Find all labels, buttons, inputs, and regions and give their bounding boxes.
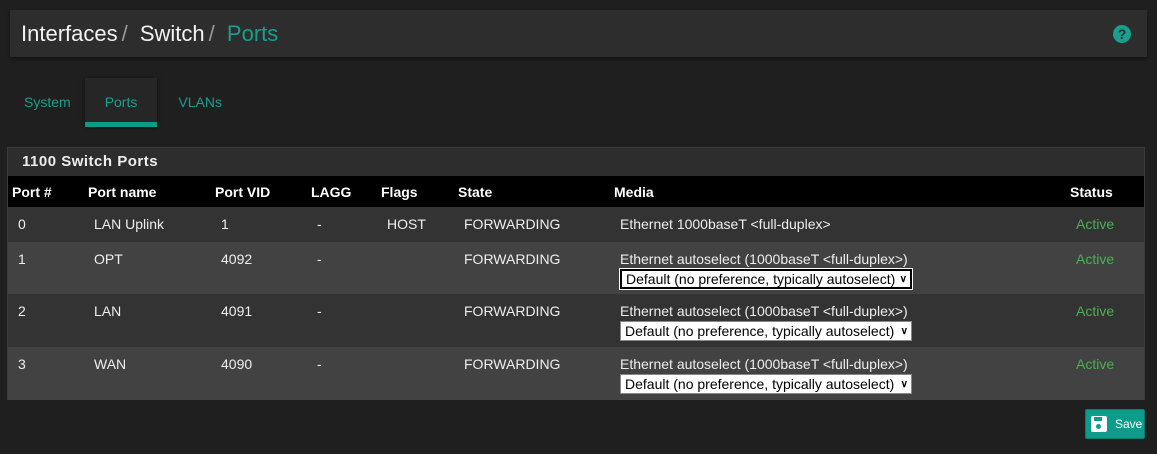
help-icon[interactable]: ? [1113,25,1131,43]
page-header: Interfaces / Switch / Ports ? [10,10,1147,57]
cell-name: WAN [84,347,211,400]
media-select[interactable]: Default (no preference, typically autose… [620,374,912,394]
media-select-value: Default (no preference, typically autose… [626,271,896,287]
media-select-value: Default (no preference, typically autose… [625,376,895,392]
cell-vid: 4090 [211,347,307,400]
tab-system[interactable]: System [10,78,85,127]
media-text: Ethernet 1000baseT <full-duplex> [620,216,831,232]
status-text: Active [1076,251,1115,267]
column-header: Port # [8,176,84,207]
cell-lagg: - [307,294,377,347]
cell-port: 3 [8,347,84,400]
media-select-value: Default (no preference, typically autose… [625,323,895,339]
ports-table: Port # Port name Port VID LAGG Flags State Med… [8,176,1144,400]
media-text: Ethernet autoselect (1000baseT <full-dup… [620,356,908,372]
panel-title: 1100 Switch Ports [22,153,159,170]
state-text: FORWARDING [464,356,561,372]
cell-vid: 4091 [211,294,307,347]
port-text: 1 [18,251,26,267]
state-text: FORWARDING [464,216,561,232]
tab-ports[interactable]: Ports [84,78,158,127]
status-text: Active [1076,216,1115,232]
cell-media: Ethernet autoselect (1000baseT <full-dup… [610,242,1066,294]
vid-text: 4091 [221,303,253,319]
chevron-down-icon: ∨ [900,378,908,390]
table-row: 2 LAN 4091 - FORWARDING Ethernet autoselect (… [8,294,1144,347]
column-header: Flags [377,176,454,207]
vid-text: 4090 [221,356,253,372]
cell-state: FORWARDING [454,242,610,294]
cell-flags [377,294,454,347]
lagg-text: - [317,303,322,319]
column-header: Status [1066,176,1144,207]
save-button[interactable]: Save [1085,409,1145,439]
cell-port: 2 [8,294,84,347]
chevron-down-icon: ∨ [899,273,907,285]
port-text: 0 [18,216,26,232]
name-text: LAN [94,303,122,319]
column-header: State [454,176,610,207]
cell-vid: 1 [211,207,307,242]
lagg-text: - [317,356,322,372]
cell-lagg: - [307,242,377,294]
cell-status: Active [1066,294,1144,347]
cell-flags: HOST [377,207,454,242]
lagg-text: - [317,216,322,232]
column-header: Port name [84,176,211,207]
table-row: 3 WAN 4090 - FORWARDING Ethernet autoselect (… [8,347,1144,400]
cell-status: Active [1066,242,1144,294]
cell-status: Active [1066,207,1144,242]
breadcrumb-interfaces[interactable]: Interfaces [21,21,118,46]
tab-vlans[interactable]: VLANs [164,78,236,127]
table-row: 0 LAN Uplink 1 - HOST FORWARDING Ethernet 1000… [8,207,1144,242]
tab-bar: System Ports VLANs [10,78,236,127]
cell-media: Ethernet autoselect (1000baseT <full-dup… [610,347,1066,400]
cell-port: 1 [8,242,84,294]
cell-flags [377,347,454,400]
flags-text: HOST [387,216,426,232]
status-text: Active [1076,303,1115,319]
cell-status: Active [1066,347,1144,400]
lagg-text: - [317,251,322,267]
cell-state: FORWARDING [454,347,610,400]
cell-state: FORWARDING [454,207,610,242]
column-header: LAGG [307,176,377,207]
cell-name: LAN [84,294,211,347]
state-text: FORWARDING [464,303,561,319]
port-text: 2 [18,303,26,319]
status-text: Active [1076,356,1115,372]
cell-flags [377,242,454,294]
save-icon [1091,416,1107,432]
switch-ports-panel: 1100 Switch Ports Port # Port name Port VI… [7,147,1145,400]
cell-lagg: - [307,207,377,242]
media-select[interactable]: Default (no preference, typically autose… [619,268,913,290]
cell-port: 0 [8,207,84,242]
cell-media: Ethernet 1000baseT <full-duplex> [610,207,1066,242]
cell-lagg: - [307,347,377,400]
state-text: FORWARDING [464,251,561,267]
cell-vid: 4092 [211,242,307,294]
vid-text: 1 [221,216,229,232]
cell-name: OPT [84,242,211,294]
media-text: Ethernet autoselect (1000baseT <full-dup… [620,303,908,319]
media-text: Ethernet autoselect (1000baseT <full-dup… [620,251,908,267]
breadcrumb: Interfaces / Switch / Ports [21,21,279,46]
column-header: Media [610,176,1066,207]
name-text: LAN Uplink [94,216,165,232]
media-select[interactable]: Default (no preference, typically autose… [620,321,912,341]
cell-media: Ethernet autoselect (1000baseT <full-dup… [610,294,1066,347]
name-text: OPT [94,251,123,267]
save-label: Save [1115,417,1143,431]
cell-state: FORWARDING [454,294,610,347]
table-row: 1 OPT 4092 - FORWARDING Ethernet autoselect (… [8,242,1144,294]
column-header: Port VID [211,176,307,207]
vid-text: 4092 [221,251,253,267]
cell-name: LAN Uplink [84,207,211,242]
chevron-down-icon: ∨ [900,325,908,337]
breadcrumb-switch[interactable]: Switch [140,21,205,46]
breadcrumb-current: Ports [226,21,279,46]
name-text: WAN [94,356,127,372]
port-text: 3 [18,356,26,372]
